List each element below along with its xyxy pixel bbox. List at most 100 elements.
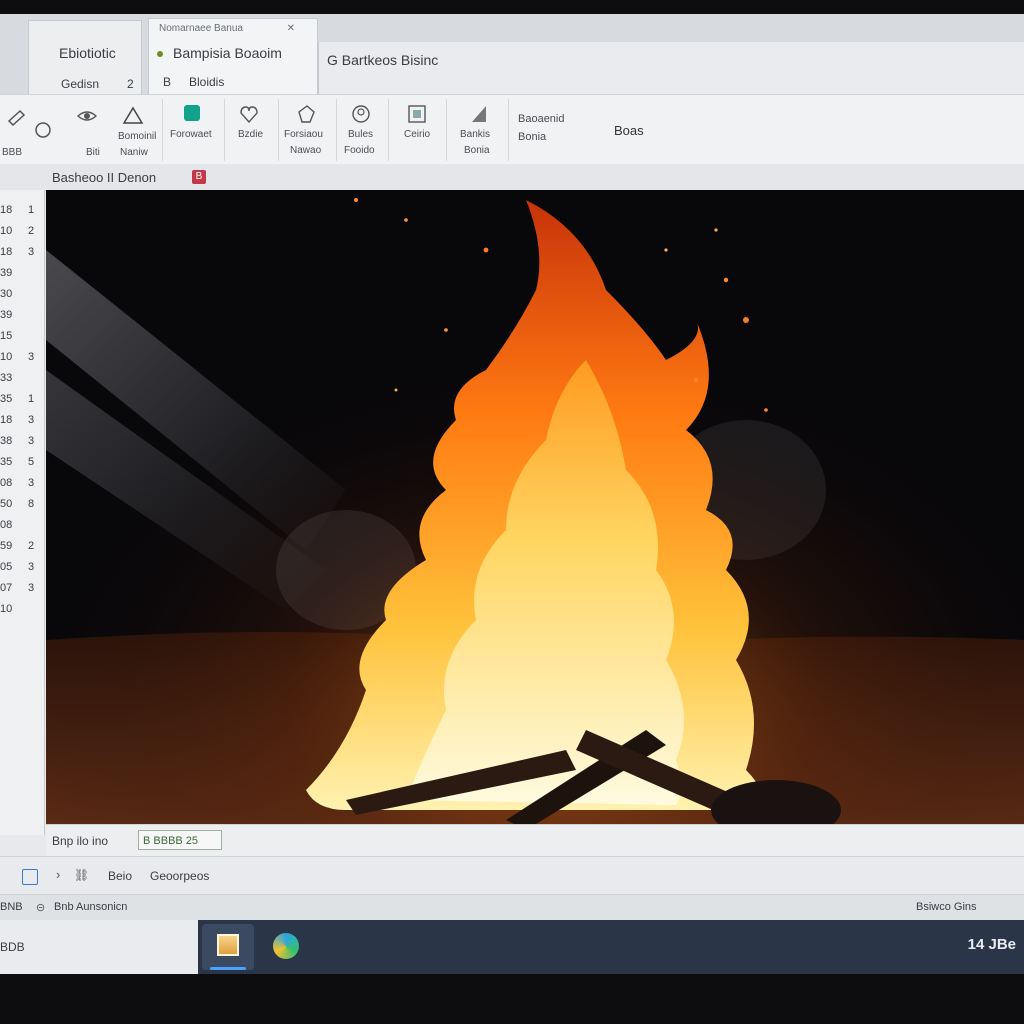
chevron-right-icon[interactable]: › bbox=[56, 867, 60, 882]
ribbon-label-bbb: BBB bbox=[2, 147, 23, 158]
status-left: Bnb Aunsonicn bbox=[54, 901, 128, 913]
ribbon-group-1: Bomoinil BBB Biti Naniw bbox=[0, 99, 163, 161]
eye-icon[interactable] bbox=[76, 105, 98, 127]
ribbon-button-baoaenid[interactable]: Baoaenid Bonia bbox=[510, 99, 594, 161]
gutter-row[interactable]: 08 bbox=[0, 519, 44, 541]
pen-tool-icon[interactable] bbox=[6, 107, 28, 129]
gutter-row[interactable]: 39 bbox=[0, 267, 44, 289]
close-icon[interactable]: ✕ bbox=[287, 23, 295, 34]
ribbon-button-bzdie[interactable]: Bzdie bbox=[226, 99, 279, 161]
ribbon-button-ceirio[interactable]: Ceirio bbox=[390, 99, 447, 161]
taskbar-app-explorer[interactable] bbox=[202, 924, 254, 970]
gutter-row[interactable]: 59 2 bbox=[0, 540, 44, 562]
triangle-fill-icon bbox=[472, 106, 486, 122]
circle-select-icon[interactable] bbox=[32, 119, 54, 141]
ribbon-label-bzdie: Bzdie bbox=[238, 129, 264, 140]
tab-active-title: Bampisia Boaoim bbox=[173, 45, 282, 61]
gutter-row[interactable]: 33 bbox=[0, 372, 44, 394]
heart-shape-icon bbox=[240, 106, 258, 124]
gutter-row[interactable]: 10 2 bbox=[0, 225, 44, 247]
gutter-row-number: 35 bbox=[0, 393, 13, 405]
gutter-row-value: 3 bbox=[28, 414, 35, 426]
gutter-row[interactable]: 10 3 bbox=[0, 351, 44, 373]
gutter-row[interactable]: 10 bbox=[0, 603, 44, 625]
ribbon-label-baoaenid: Baoaenid bbox=[518, 113, 565, 125]
tab-active-sub-mark: B bbox=[163, 75, 172, 89]
image-info-bar: Bnp ilo ino B BBBB 25 bbox=[46, 824, 1024, 857]
gutter-row[interactable]: 07 3 bbox=[0, 582, 44, 604]
gutter-row-value: 5 bbox=[28, 456, 35, 468]
ribbon-button-forsiaou[interactable]: Forsiaou Nawao bbox=[280, 99, 337, 161]
gutter-row-number: 39 bbox=[0, 309, 13, 321]
ribbon-label-forowaet: Forowaet bbox=[170, 129, 212, 140]
tab-document-left[interactable]: Ebiotiotic Gedisn 2 bbox=[28, 20, 142, 95]
gutter-row[interactable]: 30 bbox=[0, 288, 44, 310]
gutter-row[interactable]: 18 3 bbox=[0, 246, 44, 268]
ribbon-button-bankis[interactable]: Bankis Bonia bbox=[448, 99, 509, 161]
ribbon-label-ceirio: Ceirio bbox=[404, 129, 431, 140]
command-item-2[interactable]: Geoorpeos bbox=[150, 869, 209, 883]
gutter-row-value: 3 bbox=[28, 582, 35, 594]
browser-icon bbox=[273, 933, 299, 959]
gutter-row-value: 3 bbox=[28, 435, 35, 447]
ribbon-toolbar: Bomoinil BBB Biti Naniw Forowaet Bzdie F… bbox=[0, 94, 1024, 166]
photo-canvas[interactable] bbox=[46, 190, 1024, 824]
gutter-row-value: 3 bbox=[28, 351, 35, 363]
gutter-row[interactable]: 18 1 bbox=[0, 204, 44, 226]
tab-active-sub: Bloidis bbox=[189, 75, 225, 89]
active-indicator bbox=[210, 967, 246, 970]
status-bar: BNB ⊝ Bnb Aunsonicn Bsiwco Gins bbox=[0, 894, 1024, 921]
circle-face-icon bbox=[352, 105, 370, 123]
gutter-row[interactable]: 38 3 bbox=[0, 435, 44, 457]
gutter-row-number: 18 bbox=[0, 246, 13, 258]
taskbar-left: BDB bbox=[0, 920, 198, 974]
gutter-row[interactable]: 05 3 bbox=[0, 561, 44, 583]
ribbon-button-forowaet[interactable]: Forowaet bbox=[164, 99, 225, 161]
application-window: Ebiotiotic Gedisn 2 Nomarnaee Banua ✕ Ba… bbox=[0, 14, 1024, 974]
gutter-row[interactable]: 35 1 bbox=[0, 393, 44, 415]
gutter-row-value: 1 bbox=[28, 393, 35, 405]
tab-left-num: 2 bbox=[127, 77, 134, 91]
tab-left-sub: Gedisn bbox=[61, 77, 100, 91]
gutter-row[interactable]: 35 5 bbox=[0, 456, 44, 478]
gutter-row-number: 18 bbox=[0, 414, 13, 426]
gutter-row[interactable]: 50 8 bbox=[0, 498, 44, 520]
image-info-label: Bnp ilo ino bbox=[52, 834, 109, 848]
gutter-row[interactable]: 39 bbox=[0, 309, 44, 331]
campfire-photo bbox=[46, 190, 1024, 824]
gutter-row-value: 2 bbox=[28, 225, 35, 237]
row-gutter: 18 1 10 2 18 3 39 30 39 15 10 3 33 35 1 18 3 38 3 35 5 08 3 50 8… bbox=[0, 190, 45, 835]
command-item-1[interactable]: Beio bbox=[108, 869, 132, 883]
gutter-row[interactable]: 18 3 bbox=[0, 414, 44, 436]
ribbon-label-bonia-2: Bonia bbox=[518, 131, 547, 143]
gutter-row-number: 50 bbox=[0, 498, 13, 510]
gutter-row-value: 2 bbox=[28, 540, 35, 552]
gutter-row[interactable]: 08 3 bbox=[0, 477, 44, 499]
ribbon-label-bomoinil: Bomoinil bbox=[118, 131, 157, 142]
link-icon[interactable]: ⛓ bbox=[74, 868, 89, 882]
gutter-row-value: 3 bbox=[28, 246, 35, 258]
taskbar-left-text: BDB bbox=[0, 940, 25, 954]
ribbon-label-fooido: Fooido bbox=[344, 145, 375, 156]
gutter-row-number: 30 bbox=[0, 288, 13, 300]
gutter-row-number: 10 bbox=[0, 351, 13, 363]
checkbox-icon[interactable] bbox=[22, 869, 38, 885]
tab-active[interactable]: Nomarnaee Banua ✕ Bampisia Boaoim B Bloi… bbox=[148, 18, 318, 95]
gutter-row-number: 38 bbox=[0, 435, 13, 447]
status-icon: ⊝ bbox=[36, 902, 46, 914]
taskbar-apps: 14 JBe bbox=[198, 920, 1024, 974]
taskbar: BDB 14 JBe bbox=[0, 920, 1024, 974]
ribbon-button-boas[interactable]: Boas bbox=[606, 99, 666, 161]
ribbon-label-forsiaou: Forsiaou bbox=[284, 129, 323, 140]
gutter-row-number: 05 bbox=[0, 561, 13, 573]
gutter-row[interactable]: 15 bbox=[0, 330, 44, 352]
ribbon-button-bules[interactable]: Bules Fooido bbox=[338, 99, 389, 161]
taskbar-app-browser[interactable] bbox=[260, 924, 312, 970]
shape-triangle-icon[interactable] bbox=[122, 105, 144, 127]
document-badge[interactable]: B bbox=[192, 170, 206, 184]
ribbon-label-bankis: Bankis bbox=[460, 129, 491, 140]
gutter-row-value: 3 bbox=[28, 477, 35, 489]
gutter-row-number: 08 bbox=[0, 477, 13, 489]
taskbar-clock[interactable]: 14 JBe bbox=[968, 936, 1016, 953]
image-size-field[interactable]: B BBBB 25 bbox=[138, 830, 222, 850]
